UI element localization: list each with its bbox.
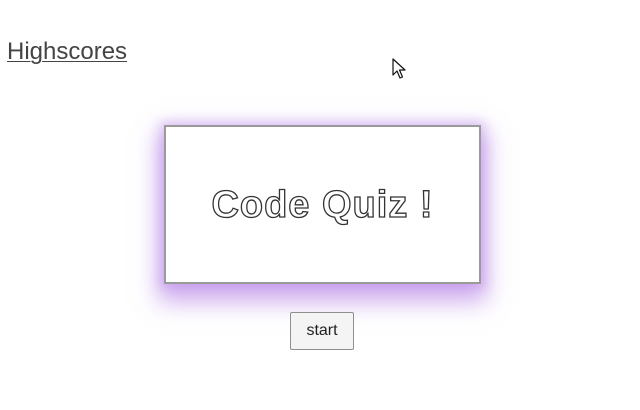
page: Highscores Code Quiz ! start (0, 0, 640, 410)
mouse-pointer-icon (392, 58, 406, 79)
start-button[interactable]: start (290, 312, 354, 350)
title-card: Code Quiz ! (164, 125, 481, 284)
quiz-title: Code Quiz ! (211, 183, 434, 226)
highscores-link[interactable]: Highscores (7, 38, 127, 66)
